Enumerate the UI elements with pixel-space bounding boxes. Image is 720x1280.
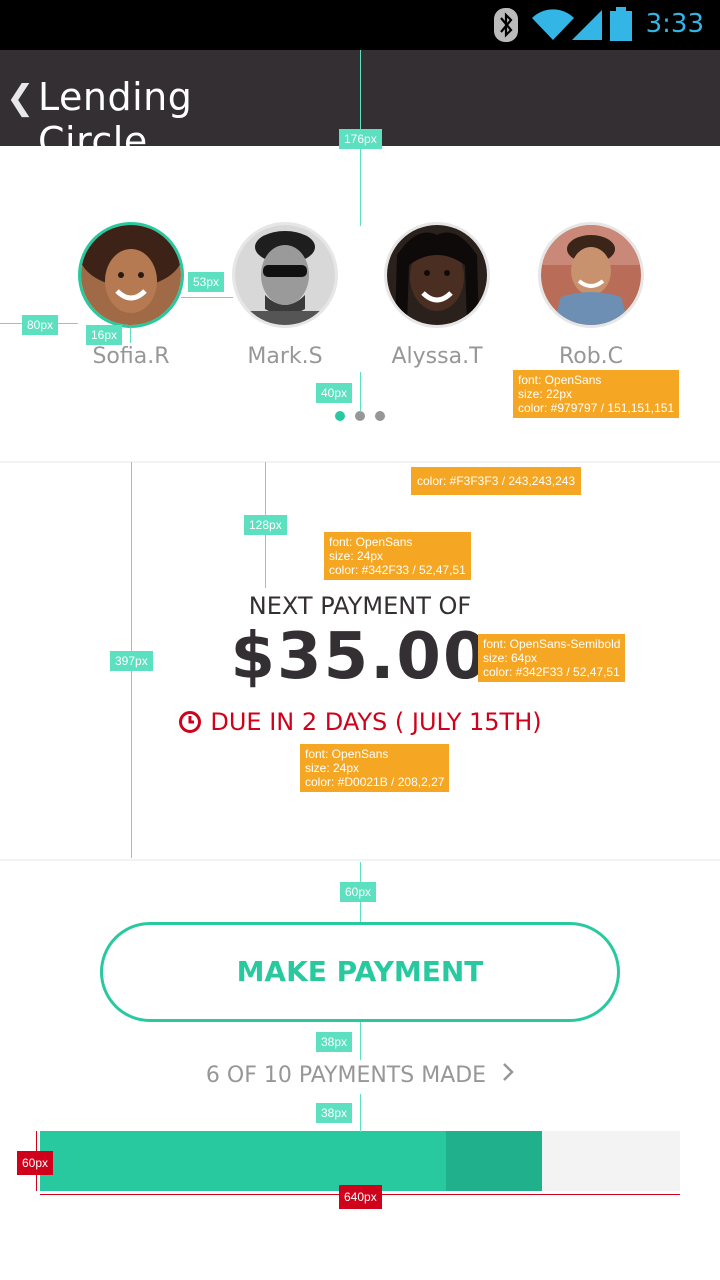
measure-label: 60px	[17, 1151, 54, 1175]
measure-line	[360, 372, 361, 412]
battery-icon	[610, 7, 632, 41]
measure-label: 60px	[340, 882, 377, 902]
payments-progress-label: 6 OF 10 PAYMENTS MADE	[205, 1063, 487, 1088]
bluetooth-icon	[494, 8, 518, 42]
member-name: Rob.C	[558, 344, 624, 369]
pager-dot[interactable]	[335, 411, 345, 421]
measure-label: 128px	[244, 515, 287, 535]
avatar	[538, 222, 644, 328]
page-title: Lending Circle	[38, 75, 193, 163]
measure-line	[181, 297, 233, 298]
clock-icon	[179, 711, 202, 733]
divider	[0, 859, 720, 861]
measure-line	[360, 1094, 361, 1132]
measure-label: 640px	[339, 1185, 382, 1209]
spec-note: color: #F3F3F3 / 243,243,243	[411, 467, 582, 495]
spec-line: color: #342F33 / 52,47,51	[483, 665, 620, 679]
progress-current	[446, 1131, 542, 1191]
member-mark[interactable]: Mark.S	[231, 222, 339, 369]
payments-progress-bar	[40, 1131, 680, 1191]
member-rob[interactable]: Rob.C	[537, 222, 645, 369]
avatar	[384, 222, 490, 328]
member-alyssa[interactable]: Alyssa.T	[383, 222, 491, 369]
chevron-right-icon	[502, 1062, 514, 1088]
spec-line: size: 24px	[305, 761, 360, 775]
pager-dot[interactable]	[375, 411, 385, 421]
spec-line: font: OpenSans	[518, 373, 602, 387]
payments-progress-link[interactable]: 6 OF 10 PAYMENTS MADE	[0, 1062, 720, 1088]
spec-line: color: #D0021B / 208,2,27	[305, 775, 445, 789]
member-sofia[interactable]: Sofia.R	[77, 222, 185, 369]
member-name: Sofia.R	[92, 344, 170, 369]
measure-label: 80px	[22, 315, 59, 335]
measure-label: 397px	[110, 651, 153, 671]
spec-line: color: #979797 / 151,151,151	[518, 401, 675, 415]
measure-label: 53px	[188, 272, 225, 292]
spec-line: size: 64px	[483, 651, 538, 665]
spec-line: size: 22px	[518, 387, 573, 401]
progress-completed	[40, 1131, 446, 1191]
avatar	[78, 222, 184, 328]
pager-dots	[335, 411, 387, 421]
member-name: Mark.S	[247, 344, 323, 369]
spec-line: font: OpenSans-Semibold	[483, 637, 621, 651]
measure-line	[130, 327, 131, 343]
next-payment-label: NEXT PAYMENT OF	[248, 592, 472, 620]
measure-line	[360, 1022, 361, 1060]
pager-dot[interactable]	[355, 411, 365, 421]
avatar	[232, 222, 338, 328]
due-text: DUE IN 2 DAYS ( JULY 15TH)	[210, 708, 542, 736]
back-button[interactable]: ❮ Lending Circle	[0, 50, 290, 163]
measure-label: 16px	[86, 325, 123, 345]
clock-time: 3:33	[645, 9, 704, 39]
divider	[0, 461, 720, 463]
due-date: DUE IN 2 DAYS ( JULY 15TH)	[0, 708, 720, 740]
make-payment-label: MAKE PAYMENT	[236, 955, 484, 988]
spec-line: font: OpenSans	[329, 535, 413, 549]
measure-label: 38px	[316, 1103, 353, 1123]
make-payment-button[interactable]: MAKE PAYMENT	[100, 922, 620, 1022]
measure-label: 38px	[316, 1032, 353, 1052]
measure-label: 40px	[316, 383, 353, 403]
spec-note: font: OpenSans size: 24px color: #342F33…	[324, 532, 471, 580]
chevron-left-icon: ❮	[6, 78, 35, 118]
measure-label: 176px	[339, 129, 382, 149]
spec-note: font: OpenSans size: 24px color: #D0021B…	[300, 744, 450, 792]
status-bar: 3:33	[0, 0, 720, 50]
spec-note: font: OpenSans-Semibold size: 64px color…	[478, 634, 626, 682]
spec-note: font: OpenSans size: 22px color: #979797…	[513, 370, 680, 418]
spec-line: size: 24px	[329, 549, 384, 563]
wifi-icon	[532, 9, 574, 40]
member-name: Alyssa.T	[391, 344, 483, 369]
spec-line: font: OpenSans	[305, 747, 389, 761]
signal-icon	[572, 10, 602, 40]
spec-line: color: #342F33 / 52,47,51	[329, 563, 466, 577]
